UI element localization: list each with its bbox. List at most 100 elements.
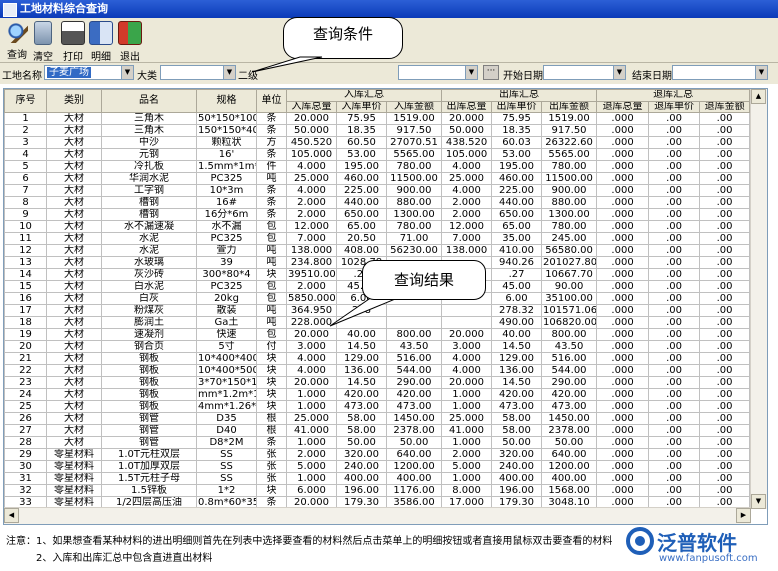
table-row[interactable]: 23大材钢板3*70*150*10块20.00014.50290.0020.00… [4,376,751,389]
table-cell: .00 [648,436,701,449]
column-header[interactable]: 退库单价 [648,100,701,113]
table-row[interactable]: 3 大材 中沙 颗粒状方 450.520 60.50 27070.51 438.520 60.0… [4,136,751,149]
table-cell: 58.00 [336,412,387,425]
table-row[interactable]: 28 大材 钢管 D8*2M 条 1.000 50.00 50.00 1.000 50.00 50.… [4,436,751,449]
column-header[interactable]: 规格 [196,89,257,113]
table-cell: 53.00 [491,148,543,161]
horizontal-scrollbar[interactable]: ◀ ▶ [4,507,751,524]
table-row[interactable]: 18 大材 膨润土 Ga土吨 228.000 490.00 106820.00.000.00… [4,316,751,329]
print-button[interactable]: 打印 [58,20,88,63]
table-cell: 27070.51 [385,136,443,149]
logo-icon [626,527,654,555]
column-header[interactable]: 品名 [101,89,197,113]
table-row[interactable]: 27 大材 钢管 D40 根 41.000 58.00 2378.00 41.000 58.00 2… [4,424,751,437]
table-cell: 大材 [46,196,102,209]
table-row[interactable]: 4 大材 元钢 16' 条 105.000 53.00 5565.00 105.000 53.00… [4,148,751,161]
end-date-field[interactable]: ▼ [672,65,768,80]
table-cell: 516.00 [541,352,598,365]
table-cell: 中沙 [101,136,197,149]
table-row[interactable]: 29 零星材料 1.0T元柱双层 SS 张 2.000 320.00 640.00 2.000 3… [4,448,751,461]
exit-button[interactable]: 退出 [115,20,145,63]
table-row[interactable]: 12 大材 水泥 萱力吨 138.000 408.00 56230.00 138.000 410… [4,244,751,257]
scroll-left-icon[interactable]: ◀ [4,508,19,523]
table-cell: 13 [4,256,47,269]
column-header[interactable]: 退库金额 [699,100,751,113]
table-cell: 大材 [46,388,102,401]
detail-button[interactable]: 明细 [86,20,116,63]
category-select[interactable]: ▼ [160,65,236,80]
material-select[interactable]: ▼ [398,65,478,80]
table-row[interactable]: 10 大材 水不漏速凝 水不漏包 12.000 65.00 780.00 12.000 65.0… [4,220,751,233]
table-row[interactable]: 2大材三角木150*150*400条50.00018.35917.5050.00… [4,124,751,137]
table-row[interactable]: 8 大材 槽钢 16# 条 2.000 440.00 880.00 2.000 440.00 880… [4,196,751,209]
results-grid[interactable]: 序号 类别 品名 规格 单位 入库汇总 出库汇总 退库汇总 入库总量 入库单价 … [3,88,768,525]
table-row[interactable]: 6 大材 华润水泥 PC325 吨 25.000 460.00 11500.00 25.000 4… [4,172,751,185]
table-cell: 516.00 [385,352,443,365]
table-cell: 58.00 [491,424,543,437]
column-header[interactable]: 入库总量 [286,100,337,113]
chevron-down-icon[interactable]: ▼ [613,66,625,79]
notes: 注意：1、如果想查看某种材料的进出明细则首先在列表中选择要查看的材料然后点击菜单… [6,533,612,567]
browse-button[interactable]: ··· [483,65,499,80]
table-row[interactable]: 1 大材 三角木 50*150*100 条 20.000 75.95 1519.00 20.00… [4,112,751,125]
table-cell: 40.00 [336,328,387,341]
table-cell: 冷扎板 [101,160,197,173]
column-header[interactable]: 单位 [256,89,287,113]
clear-button[interactable]: 清空 [28,20,58,63]
column-header[interactable]: 出库单价 [491,100,543,113]
table-row[interactable]: 7 大材 工字钢 10*3m 条 4.000 225.00 900.00 4.000 225.00… [4,184,751,197]
chevron-down-icon[interactable]: ▼ [465,66,477,79]
site-select[interactable]: 子麦广场 ▼ [44,65,134,80]
chevron-down-icon[interactable]: ▼ [121,66,133,79]
scroll-down-icon[interactable]: ▼ [751,494,766,509]
start-date-field[interactable]: ▼ [543,65,626,80]
table-cell [441,316,493,329]
table-row[interactable]: 22 大材 钢板 10*400*500 块 4.000 136.00 544.00 4.000 1… [4,364,751,377]
table-cell: 大材 [46,292,102,305]
chevron-down-icon[interactable]: ▼ [755,66,767,79]
table-cell: 8.000 [441,484,493,497]
scroll-up-icon[interactable]: ▲ [751,89,766,104]
table-row[interactable]: 24大材钢板mm*1.2m*1.1块1.000420.00420.001.000… [4,388,751,401]
table-row[interactable]: 19 大材 速凝剂 快速包 20.000 40.00 800.00 20.000 40.00 80… [4,328,751,341]
chevron-down-icon[interactable]: ▼ [223,66,235,79]
scroll-right-icon[interactable]: ▶ [736,508,751,523]
table-row[interactable]: 32 零星材料 1.5锌板 1*2 块 6.000 196.00 1176.00 8.000 19… [4,484,751,497]
table-row[interactable]: 17 大材 粉煤灰 散装吨 364.950 258 278.32 101571.06.000.… [4,304,751,317]
table-cell: 32 [4,484,47,497]
column-header[interactable]: 入库单价 [336,100,387,113]
table-row[interactable]: 20 大材 钢合页 5寸付 3.000 14.50 43.50 3.000 14.50 43.50… [4,340,751,353]
table-cell: 43.50 [385,340,443,353]
table-row[interactable]: 5大材冷扎板1.5mm*1m*2m件4.000195.00780.004.000… [4,160,751,173]
table-cell: 364.950 [286,304,337,317]
column-header[interactable]: 出库金额 [541,100,598,113]
column-header[interactable]: 出库总量 [441,100,493,113]
table-cell: 张 [256,472,287,485]
table-row[interactable]: 21 大材 钢板 10*400*400 块 4.000 129.00 516.00 4.000 1… [4,352,751,365]
table-row[interactable]: 31 零星材料 1.5T元柱子母 SS 张 1.000 400.00 400.00 1.000 4… [4,472,751,485]
table-cell: PC325 [196,280,257,293]
category-label: 大类 [137,71,157,82]
results-callout: 查询结果 [362,260,486,300]
table-cell: 11500.00 [385,172,443,185]
column-header[interactable]: 退库总量 [596,100,650,113]
table-cell: 10667.70 [541,268,598,281]
vertical-scrollbar[interactable]: ▲ ▼ [750,89,767,509]
table-row[interactable]: 30 零星材料 1.0T加厚双层 SS 张 5.000 240.00 1200.00 5.000… [4,460,751,473]
table-row[interactable]: 9 大材 槽钢 16分*6m 条 2.000 650.00 1300.00 2.000 650.0… [4,208,751,221]
table-cell: 105.000 [441,148,493,161]
column-header[interactable]: 类别 [46,89,102,113]
table-row[interactable]: 25大材钢板4mm*1.26*3m块1.000473.00473.001.000… [4,400,751,413]
table-cell: .00 [648,268,701,281]
table-cell: D35 [196,412,257,425]
column-header[interactable]: 入库金额 [385,100,443,113]
table-cell: .00 [648,316,701,329]
table-row[interactable]: 11 大材 水泥 PC325 包 7.000 20.50 71.00 7.000 35.00 245… [4,232,751,245]
table-cell: .00 [648,208,701,221]
table-cell: .000 [596,328,650,341]
table-row[interactable]: 26 大材 钢管 D35 根 25.000 58.00 1450.00 25.000 58.00 1… [4,412,751,425]
table-cell: .00 [648,280,701,293]
table-cell: 20.000 [441,112,493,125]
column-header[interactable]: 序号 [4,89,47,113]
group-header: 入库汇总 [285,89,443,102]
